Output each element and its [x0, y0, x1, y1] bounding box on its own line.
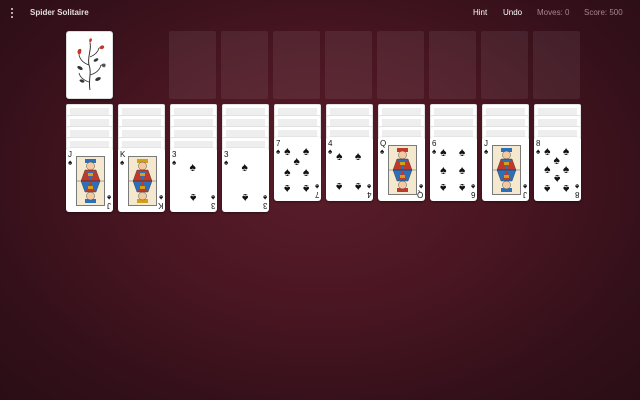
- card-rank-bottom: 3: [262, 201, 267, 210]
- card-rank-bottom: K: [157, 201, 163, 210]
- foundation-slot: [533, 31, 580, 99]
- card-rank-bottom: J: [523, 190, 527, 199]
- spade-icon: ♠: [366, 182, 371, 191]
- foundation-slot: [377, 31, 424, 99]
- spade-icon: ♠: [224, 158, 229, 167]
- spade-icon: ♠: [544, 182, 551, 197]
- spade-icon: ♠: [544, 162, 551, 176]
- spade-icon: ♠: [380, 147, 385, 156]
- court-card-face: [492, 145, 521, 195]
- spade-icon: ♠: [302, 164, 310, 179]
- spade-icon: ♠: [336, 179, 343, 194]
- foundation-slot: [169, 31, 216, 99]
- face-up-card[interactable]: 3 ♠ 3 ♠ ♠ ♠: [222, 148, 269, 212]
- spade-icon: ♠: [314, 182, 319, 191]
- spade-icon: ♠: [458, 181, 466, 196]
- spade-icon: ♠: [470, 182, 475, 191]
- spade-icon: ♠: [432, 147, 437, 156]
- undo-button[interactable]: Undo: [503, 8, 522, 17]
- court-figure-icon: [389, 146, 416, 194]
- spade-icon: ♠: [536, 147, 541, 156]
- foundation-slot: [273, 31, 320, 99]
- spade-icon: ♠: [302, 182, 310, 197]
- more-menu-icon[interactable]: [6, 4, 18, 22]
- spade-icon: ♠: [458, 163, 466, 178]
- foundation-slot: [429, 31, 476, 99]
- spade-icon: ♠: [276, 147, 281, 156]
- face-up-card[interactable]: 7 ♠ 7 ♠ ♠ ♠ ♠ ♠ ♠ ♠ ♠: [274, 137, 321, 201]
- card-rank-bottom: 3: [210, 201, 215, 210]
- moves-counter: Moves: 0: [537, 8, 570, 17]
- card-rank-bottom: 7: [314, 190, 319, 199]
- spade-icon: ♠: [484, 147, 489, 156]
- court-figure-icon: [77, 157, 104, 205]
- spade-icon: ♠: [158, 193, 163, 202]
- card-rank-bottom: Q: [416, 190, 423, 199]
- face-up-card[interactable]: K ♠ K ♠: [118, 148, 165, 212]
- spade-icon: ♠: [440, 145, 447, 160]
- spade-icon: ♠: [189, 160, 196, 175]
- spade-icon: ♠: [328, 147, 333, 156]
- spade-icon: ♠: [336, 149, 343, 164]
- spade-icon: ♠: [562, 182, 570, 197]
- spade-icon: ♠: [293, 154, 300, 169]
- spade-icon: ♠: [262, 193, 267, 202]
- foundation-slot: [221, 31, 268, 99]
- spade-icon: ♠: [241, 160, 248, 175]
- face-up-card[interactable]: J ♠ J ♠: [482, 137, 529, 201]
- spade-icon: ♠: [210, 193, 215, 202]
- spade-icon: ♠: [440, 181, 447, 196]
- spade-icon: ♠: [440, 163, 447, 178]
- spade-icon: ♠: [354, 149, 362, 164]
- court-figure-icon: [129, 157, 156, 205]
- court-figure-icon: [493, 146, 520, 194]
- face-up-card[interactable]: 8 ♠ 8 ♠ ♠ ♠ ♠ ♠ ♠ ♠ ♠ ♠: [534, 137, 581, 201]
- stock-pile[interactable]: [66, 31, 113, 99]
- spade-icon: ♠: [553, 153, 560, 168]
- spade-icon: ♠: [418, 182, 423, 191]
- top-bar: Spider Solitaire Hint Undo Moves: 0 Scor…: [0, 0, 640, 26]
- hint-button[interactable]: Hint: [473, 8, 487, 17]
- spade-icon: ♠: [544, 144, 551, 159]
- spade-icon: ♠: [189, 190, 196, 205]
- card-rank-bottom: 8: [574, 190, 579, 199]
- spade-icon: ♠: [522, 182, 527, 191]
- face-up-card[interactable]: Q ♠ Q ♠: [378, 137, 425, 201]
- spade-icon: ♠: [354, 179, 362, 194]
- app-title: Spider Solitaire: [30, 8, 89, 17]
- spade-icon: ♠: [284, 144, 291, 159]
- spade-icon: ♠: [106, 193, 111, 202]
- spade-icon: ♠: [241, 190, 248, 205]
- court-card-face: [388, 145, 417, 195]
- court-card-face: [76, 156, 105, 206]
- face-up-card[interactable]: 6 ♠ 6 ♠ ♠ ♠ ♠ ♠ ♠ ♠: [430, 137, 477, 201]
- face-up-card[interactable]: 4 ♠ 4 ♠ ♠ ♠ ♠ ♠: [326, 137, 373, 201]
- card-rank-bottom: 6: [470, 190, 475, 199]
- face-up-card[interactable]: J ♠ J ♠: [66, 148, 113, 212]
- spade-icon: ♠: [458, 145, 466, 160]
- foundation-slot: [325, 31, 372, 99]
- floral-card-back-icon: [77, 38, 106, 91]
- spade-icon: ♠: [562, 144, 570, 159]
- spade-icon: ♠: [284, 164, 291, 179]
- score-counter: Score: 500: [584, 8, 623, 17]
- spade-icon: ♠: [120, 158, 125, 167]
- face-up-card[interactable]: 3 ♠ 3 ♠ ♠ ♠: [170, 148, 217, 212]
- spade-icon: ♠: [172, 158, 177, 167]
- spade-icon: ♠: [302, 144, 310, 159]
- spade-icon: ♠: [553, 172, 560, 187]
- spade-icon: ♠: [68, 158, 73, 167]
- spade-icon: ♠: [562, 162, 570, 176]
- card-rank-bottom: 4: [366, 190, 371, 199]
- spade-icon: ♠: [284, 182, 291, 197]
- spade-icon: ♠: [574, 182, 579, 191]
- card-rank-bottom: J: [107, 201, 111, 210]
- foundation-slot: [481, 31, 528, 99]
- court-card-face: [128, 156, 157, 206]
